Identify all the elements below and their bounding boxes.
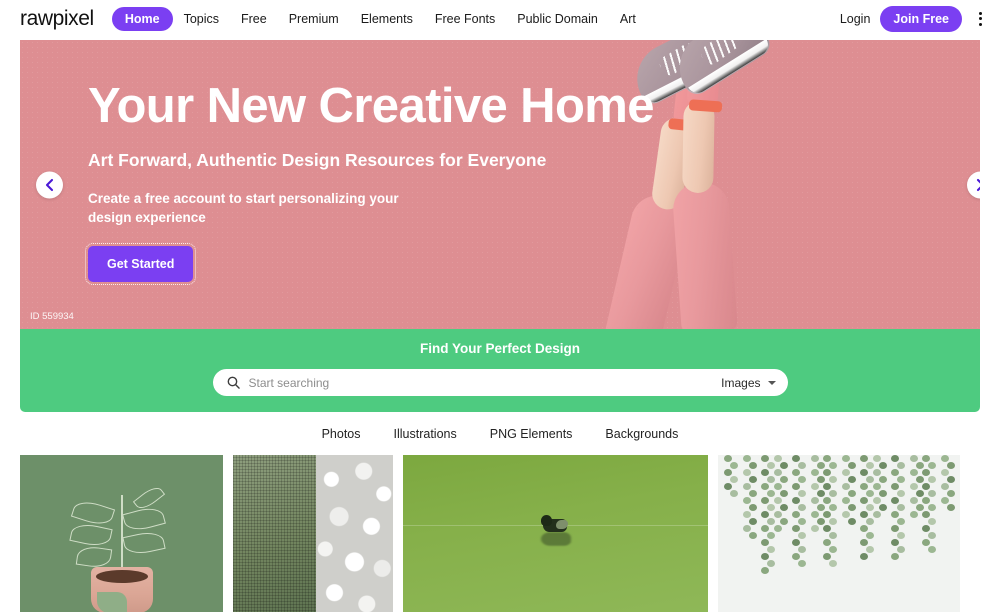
nav-link-free[interactable]: Free xyxy=(230,7,278,31)
hero-carousel: Your New Creative Home Art Forward, Auth… xyxy=(20,40,980,329)
primary-nav-links: Home Topics Free Premium Elements Free F… xyxy=(111,6,647,31)
kebab-menu-icon[interactable] xyxy=(972,9,988,29)
thumbnail-potted-plant-illustration[interactable] xyxy=(20,455,223,612)
nav-link-home[interactable]: Home xyxy=(111,6,173,31)
thumbnail-green-fabric-white-pebbles[interactable] xyxy=(233,455,393,612)
join-free-button[interactable]: Join Free xyxy=(880,5,962,32)
nav-link-premium[interactable]: Premium xyxy=(278,7,350,31)
search-band: Find Your Perfect Design Images xyxy=(20,329,980,412)
search-type-label: Images xyxy=(721,375,761,390)
nav-link-elements[interactable]: Elements xyxy=(350,7,424,31)
thumbnail-grid xyxy=(0,455,1000,612)
thumbnail-duck-on-green-water[interactable] xyxy=(403,455,708,612)
rawpixel-logo[interactable]: rawpixel xyxy=(20,7,94,31)
nav-link-art[interactable]: Art xyxy=(609,7,647,31)
get-started-button[interactable]: Get Started xyxy=(84,243,197,286)
hero-description: Create a free account to start personali… xyxy=(88,190,399,226)
chevron-right-icon[interactable] xyxy=(967,171,980,198)
category-tab-png-elements[interactable]: PNG Elements xyxy=(490,427,573,441)
category-tab-photos[interactable]: Photos xyxy=(322,427,361,441)
hero-image-id: ID 559934 xyxy=(30,311,74,322)
nav-right-actions: Login Join Free xyxy=(840,5,988,32)
category-tab-backgrounds[interactable]: Backgrounds xyxy=(605,427,678,441)
nav-link-topics[interactable]: Topics xyxy=(173,7,230,31)
top-navigation-bar: rawpixel Home Topics Free Premium Elemen… xyxy=(0,0,1000,37)
search-band-title: Find Your Perfect Design xyxy=(419,341,581,356)
search-bar[interactable]: Images xyxy=(212,369,788,396)
category-tab-illustrations[interactable]: Illustrations xyxy=(394,427,457,441)
nav-link-free-fonts[interactable]: Free Fonts xyxy=(424,7,506,31)
category-tabs: Photos Illustrations PNG Elements Backgr… xyxy=(0,412,1000,455)
search-icon xyxy=(227,376,240,389)
hero-title: Your New Creative Home xyxy=(88,79,655,133)
login-link[interactable]: Login xyxy=(840,12,871,26)
search-type-dropdown[interactable]: Images xyxy=(711,375,776,390)
hero-subtitle: Art Forward, Authentic Design Resources … xyxy=(88,149,547,170)
hero-copy-block: Your New Creative Home Art Forward, Auth… xyxy=(84,79,655,286)
chevron-down-icon xyxy=(767,380,776,385)
thumbnail-hanging-vine-plants[interactable] xyxy=(718,455,960,612)
search-input[interactable] xyxy=(239,375,712,390)
nav-link-public-domain[interactable]: Public Domain xyxy=(506,7,609,31)
chevron-left-icon[interactable] xyxy=(36,171,63,198)
